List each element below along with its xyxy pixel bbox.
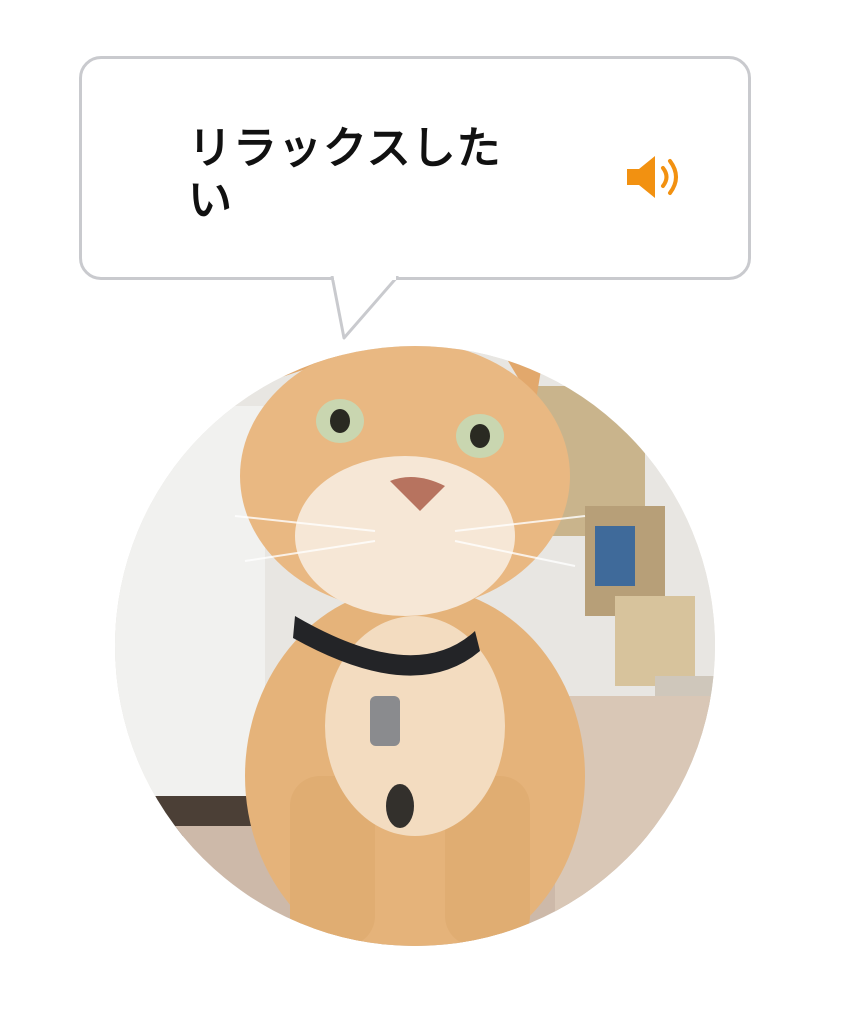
bubble-tail	[330, 276, 400, 340]
speech-bubble: リラックスしたい	[79, 56, 751, 280]
cat-photo	[115, 346, 715, 946]
speaker-sound-icon[interactable]	[625, 154, 687, 200]
bubble-text: リラックスしたい	[188, 123, 502, 226]
